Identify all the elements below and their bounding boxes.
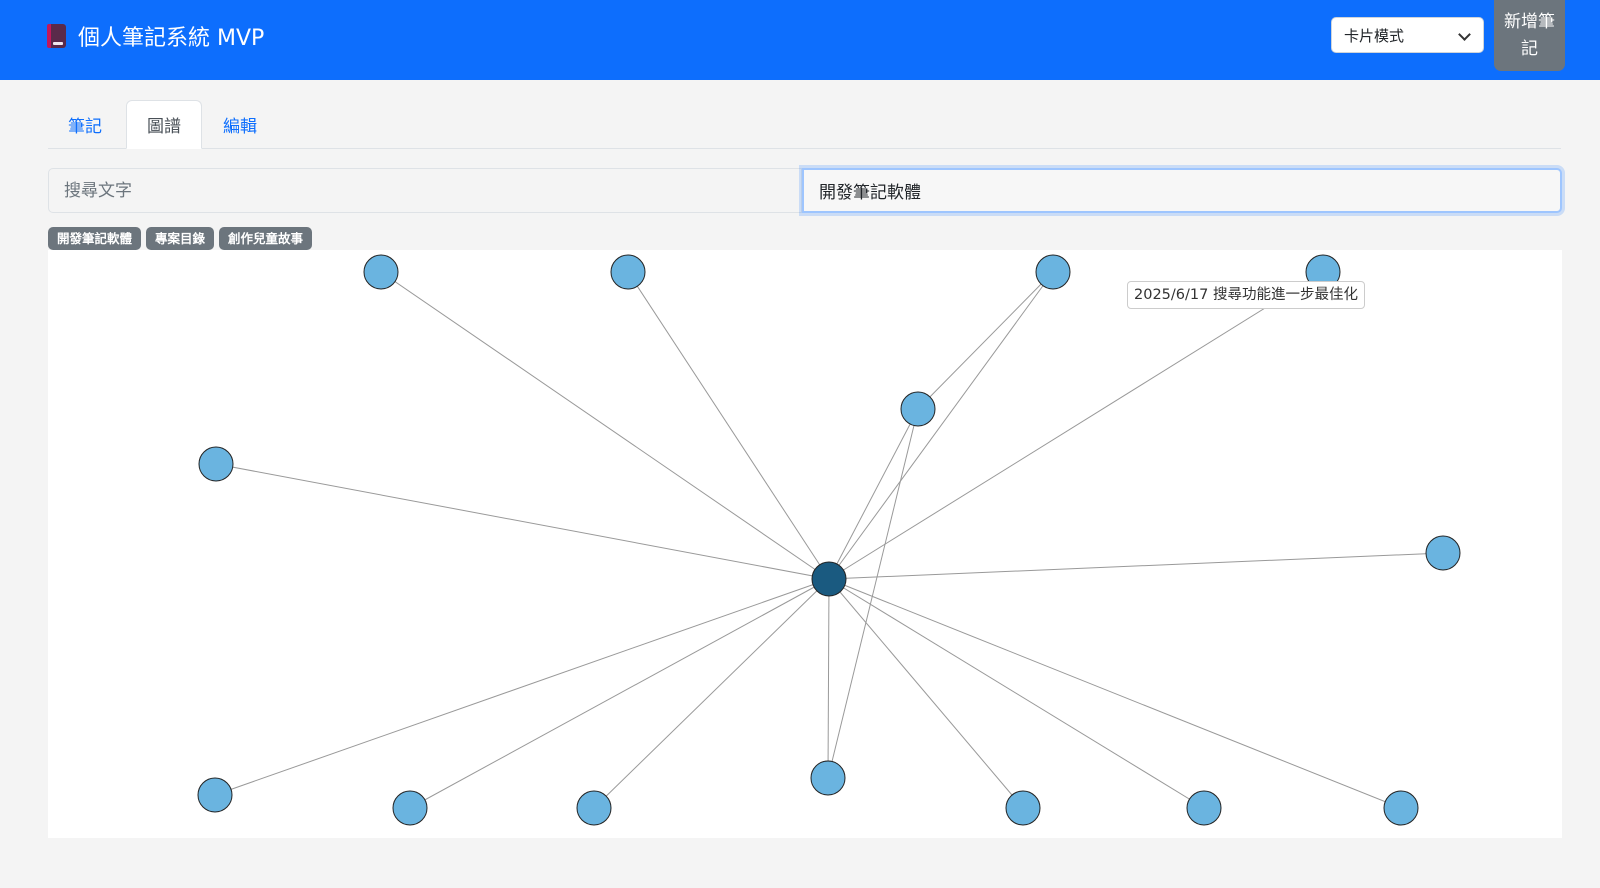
tab-graph[interactable]: 圖譜 [126,100,202,149]
graph-edge [380,271,830,580]
search-bar [48,168,1562,213]
note-node[interactable] [900,391,936,427]
app-title: 個人筆記系統 MVP [78,26,265,51]
top-navbar: 個人筆記系統 MVP 卡片模式 新增筆記 [0,0,1600,80]
new-note-button[interactable]: 新增筆記 [1494,0,1565,71]
note-node[interactable] [198,446,234,482]
app-brand[interactable]: 個人筆記系統 MVP [47,18,264,54]
note-node[interactable] [1425,535,1461,571]
graph-edge [627,271,830,580]
graph-edge [828,578,1402,809]
tab-edit[interactable]: 編輯 [203,100,277,149]
graph-edge [828,408,919,580]
graph-edge [828,552,1444,580]
graph-edge [917,271,1054,410]
main-tabs: 筆記 圖譜 編輯 [48,100,1561,149]
graph-edge [828,271,1324,580]
graph-edge [827,578,830,779]
graph-edge [215,463,830,580]
view-mode-select[interactable]: 卡片模式 [1331,17,1484,53]
graph-edge [828,271,1054,580]
tag-badge-projects[interactable]: 專案目錄 [146,227,215,250]
tab-notes[interactable]: 筆記 [48,100,122,149]
tag-badge-stories[interactable]: 創作兒童故事 [219,227,313,250]
note-node[interactable] [1035,254,1071,290]
note-node[interactable] [1383,790,1419,826]
search-tag-input[interactable] [802,168,1562,213]
graph-edge [828,578,1024,809]
chevron-down-icon [1458,28,1471,41]
note-node[interactable] [392,790,428,826]
note-node[interactable] [1005,790,1041,826]
center-tag-node[interactable] [811,561,847,597]
tag-list: 開發筆記軟體 專案目錄 創作兒童故事 [48,227,313,250]
note-node[interactable] [197,777,233,813]
graph-edge [593,578,830,809]
graph-canvas[interactable] [48,250,1562,838]
note-node[interactable] [610,254,646,290]
note-node[interactable] [810,760,846,796]
note-graph: 2025/6/17 搜尋功能進一步最佳化 [48,250,1562,838]
notebook-icon [47,24,66,48]
graph-edge [828,578,1205,809]
tag-badge-dev[interactable]: 開發筆記軟體 [48,227,142,250]
view-mode-value: 卡片模式 [1344,26,1405,45]
note-node[interactable] [363,254,399,290]
note-node[interactable] [576,790,612,826]
graph-edge [409,578,830,809]
node-tooltip: 2025/6/17 搜尋功能進一步最佳化 [1127,281,1365,309]
search-text-input[interactable] [48,168,802,213]
note-node[interactable] [1186,790,1222,826]
graph-edge [214,578,830,796]
